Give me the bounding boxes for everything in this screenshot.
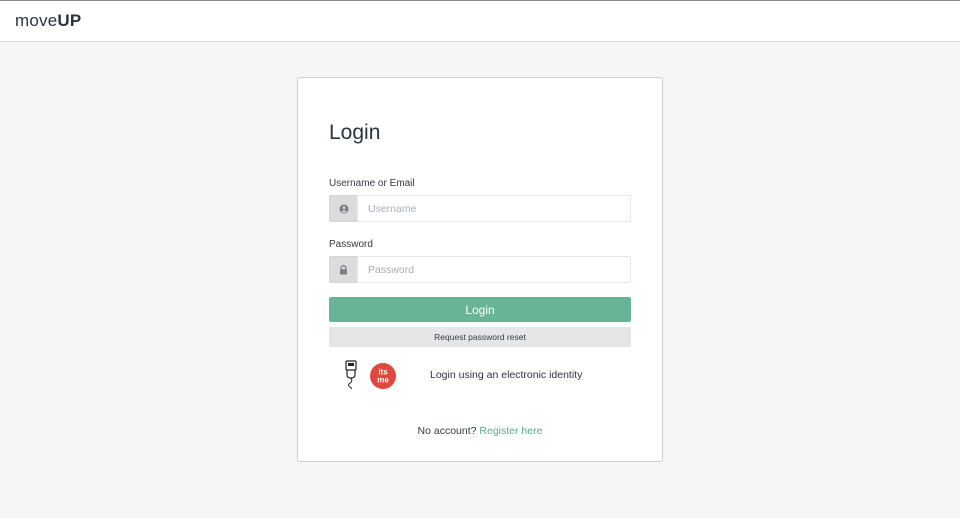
login-button[interactable]: Login [329, 297, 631, 322]
login-card: Login Username or Email Password Login R… [297, 77, 663, 462]
password-input-group [329, 256, 631, 283]
register-prompt: No account? Register here [298, 425, 662, 437]
request-password-reset-button[interactable]: Request password reset [329, 327, 631, 347]
card-reader-icon [344, 360, 358, 390]
register-link[interactable]: Register here [479, 425, 542, 437]
brand-logo[interactable]: moveUP [15, 11, 81, 31]
page-title: Login [329, 121, 381, 144]
itsme-icon: its me [370, 363, 396, 389]
no-account-text: No account? [417, 425, 477, 437]
eid-login-option[interactable]: its me Login using an electronic identit… [329, 359, 631, 391]
password-input[interactable] [357, 256, 631, 283]
lock-icon [329, 256, 357, 283]
username-label: Username or Email [329, 178, 415, 189]
username-input-group [329, 195, 631, 222]
username-input[interactable] [357, 195, 631, 222]
brand-text-regular: move [15, 11, 58, 30]
svg-text:me: me [377, 376, 389, 385]
brand-text-bold: UP [57, 11, 82, 30]
user-circle-icon [329, 195, 357, 222]
password-label: Password [329, 239, 373, 250]
top-navbar: moveUP [0, 0, 960, 42]
eid-login-label: Login using an electronic identity [430, 369, 583, 381]
